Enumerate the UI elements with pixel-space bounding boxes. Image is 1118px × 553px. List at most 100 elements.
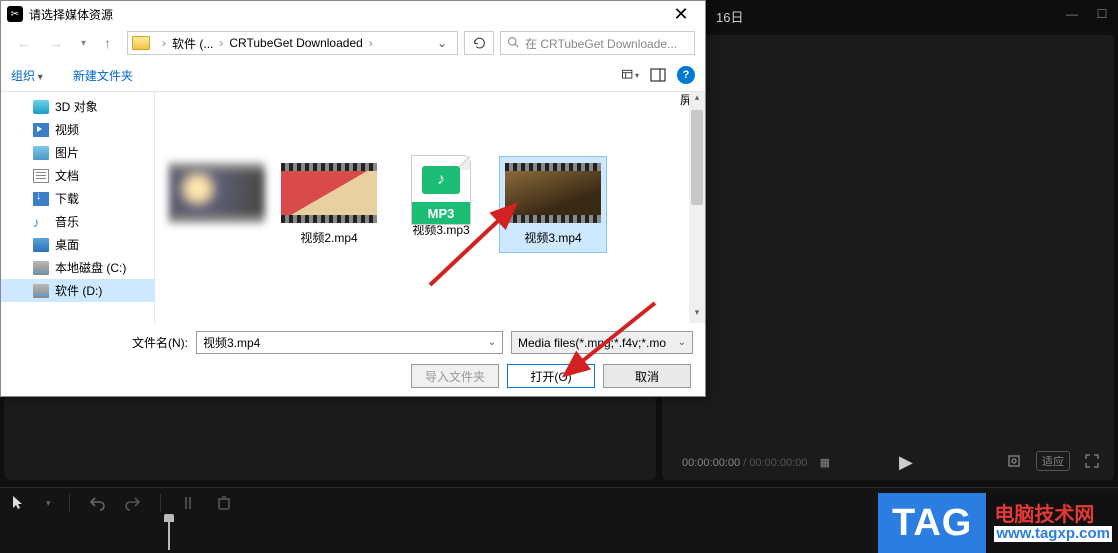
app-icon: ✂	[7, 6, 23, 22]
minimize-icon[interactable]: —	[1064, 6, 1080, 22]
address-dropdown-icon[interactable]: ⌄	[431, 36, 453, 50]
grid-icon[interactable]: ▦	[820, 457, 830, 469]
cursor-tool-icon[interactable]	[10, 494, 28, 512]
file-grid: 视频2.mp4 ♪ MP3 视频3.mp3 视频3.mp4	[163, 156, 697, 253]
filename-history-icon[interactable]: ⌄	[488, 337, 496, 348]
scrollbar-thumb[interactable]	[691, 110, 703, 205]
top-date-fragment: 16日	[716, 7, 743, 26]
split-icon[interactable]	[179, 494, 197, 512]
scroll-down-icon[interactable]: ▾	[689, 307, 705, 323]
import-folder-button[interactable]: 导入文件夹	[411, 364, 499, 388]
scale-icon[interactable]	[1006, 453, 1022, 469]
organize-menu[interactable]: 组织	[11, 67, 43, 84]
sidebar-item-label: 本地磁盘 (C:)	[55, 259, 126, 276]
toolbar-separator	[69, 494, 70, 512]
sidebar-item-disk-d[interactable]: 软件 (D:)	[1, 279, 154, 302]
video-thumbnail	[169, 163, 265, 223]
timeline-playhead[interactable]	[168, 520, 170, 550]
dialog-title: 请选择媒体资源	[29, 6, 113, 23]
sidebar-item-label: 软件 (D:)	[55, 282, 102, 299]
breadcrumb-segment-1[interactable]: 软件 (...	[172, 35, 213, 52]
sidebar-item-music[interactable]: ♪ 音乐	[1, 210, 154, 233]
address-bar[interactable]: › 软件 (... › CRTubeGet Downloaded › ⌄	[127, 31, 458, 55]
filename-label: 文件名(N):	[13, 334, 188, 351]
delete-icon[interactable]	[215, 494, 233, 512]
sidebar-item-pictures[interactable]: 图片	[1, 141, 154, 164]
breadcrumb-segment-2[interactable]: CRTubeGet Downloaded	[229, 36, 362, 50]
nav-forward-icon[interactable]: →	[43, 33, 69, 53]
dialog-title-bar[interactable]: ✂ 请选择媒体资源 ✕	[1, 1, 705, 27]
fullscreen-icon[interactable]	[1084, 453, 1100, 469]
filename-value: 视频3.mp4	[203, 334, 260, 351]
vertical-scrollbar[interactable]: ▴ ▾	[689, 92, 705, 323]
preview-right-controls: 适应	[1006, 451, 1100, 471]
nav-recent-icon[interactable]: ▾	[75, 36, 92, 51]
refresh-button[interactable]	[464, 31, 494, 55]
sidebar-item-downloads[interactable]: 下载	[1, 187, 154, 210]
sidebar-item-label: 下载	[55, 190, 79, 207]
video-thumbnail	[505, 163, 601, 223]
timeline-toolbar: ▾	[10, 494, 233, 512]
folder-tree-sidebar[interactable]: 3D 对象 视频 图片 文档 下载 ♪ 音乐 桌面 本地磁盘 (C:) 软件 (D…	[1, 92, 155, 323]
sidebar-item-label: 图片	[55, 144, 79, 161]
cancel-button[interactable]: 取消	[603, 364, 691, 388]
file-list-area[interactable]: 屏..mp4 视频2.mp4 ♪ MP3	[155, 92, 705, 323]
filter-text: Media files(*.mpg;*.f4v;*.mo	[518, 336, 666, 350]
editor-preview-panel	[662, 35, 1114, 480]
file-label: 视频2.mp4	[276, 229, 382, 246]
sidebar-item-videos[interactable]: 视频	[1, 118, 154, 141]
sidebar-item-label: 音乐	[55, 213, 79, 230]
cursor-tool-chevron[interactable]: ▾	[46, 498, 51, 509]
preview-pane-icon[interactable]	[649, 66, 667, 84]
search-box[interactable]: 在 CRTubeGet Downloade...	[500, 31, 695, 55]
sidebar-item-disk-c[interactable]: 本地磁盘 (C:)	[1, 256, 154, 279]
undo-icon[interactable]	[88, 494, 106, 512]
nav-back-icon[interactable]: ←	[11, 33, 37, 53]
nav-up-icon[interactable]: ↑	[98, 33, 117, 53]
view-mode-icon[interactable]: ▾	[621, 66, 639, 84]
sidebar-item-label: 桌面	[55, 236, 79, 253]
dialog-body: 3D 对象 视频 图片 文档 下载 ♪ 音乐 桌面 本地磁盘 (C:) 软件 (D…	[1, 91, 705, 323]
open-button[interactable]: 打开(O)	[507, 364, 595, 388]
breadcrumb-sep: ›	[156, 36, 172, 50]
music-icon: ♪	[33, 215, 49, 229]
file-item-blurred-1[interactable]	[163, 156, 271, 253]
sidebar-item-label: 文档	[55, 167, 79, 184]
search-placeholder: 在 CRTubeGet Downloade...	[525, 35, 677, 52]
toolbar-separator-2	[160, 494, 161, 512]
play-button[interactable]: ▶	[899, 452, 913, 473]
file-item-video2[interactable]: 视频2.mp4	[275, 156, 383, 253]
new-folder-button[interactable]: 新建文件夹	[73, 67, 133, 84]
maximize-icon[interactable]: ☐	[1094, 6, 1110, 22]
video-thumbnail	[281, 163, 377, 223]
breadcrumb-sep: ›	[213, 36, 229, 50]
file-type-filter[interactable]: Media files(*.mpg;*.f4v;*.mo ⌄	[511, 331, 693, 354]
documents-icon	[33, 169, 49, 183]
sidebar-item-label: 3D 对象	[55, 98, 98, 115]
file-item-mp3[interactable]: ♪ MP3 视频3.mp3	[387, 156, 495, 253]
disk-icon	[33, 261, 49, 275]
pictures-icon	[33, 146, 49, 160]
watermark-tag: TAG	[878, 493, 986, 553]
search-icon	[507, 36, 519, 51]
window-controls: — ☐	[1064, 6, 1110, 22]
file-label: 视频3.mp4	[500, 229, 606, 246]
help-icon[interactable]: ?	[677, 66, 695, 84]
sidebar-item-3d-objects[interactable]: 3D 对象	[1, 95, 154, 118]
close-button[interactable]: ✕	[663, 4, 699, 24]
sidebar-item-documents[interactable]: 文档	[1, 164, 154, 187]
redo-icon[interactable]	[124, 494, 142, 512]
scroll-up-icon[interactable]: ▴	[689, 92, 705, 108]
3d-objects-icon	[33, 100, 49, 114]
filter-dropdown-icon[interactable]: ⌄	[678, 337, 686, 348]
nav-bar: ← → ▾ ↑ › 软件 (... › CRTubeGet Downloaded…	[1, 27, 705, 59]
filename-input[interactable]: 视频3.mp4 ⌄	[196, 331, 503, 354]
aspect-ratio-label[interactable]: 适应	[1036, 451, 1070, 471]
dialog-toolbar: 组织 新建文件夹 ▾ ?	[1, 59, 705, 91]
playback-timecode: 00:00:00:00 / 00:00:00:00 ▦	[682, 456, 830, 469]
file-item-video3-selected[interactable]: 视频3.mp4	[499, 156, 607, 253]
watermark-url: www.tagxp.com	[994, 526, 1112, 543]
refresh-icon	[473, 37, 486, 50]
editor-bottom-panel	[4, 396, 656, 480]
sidebar-item-desktop[interactable]: 桌面	[1, 233, 154, 256]
